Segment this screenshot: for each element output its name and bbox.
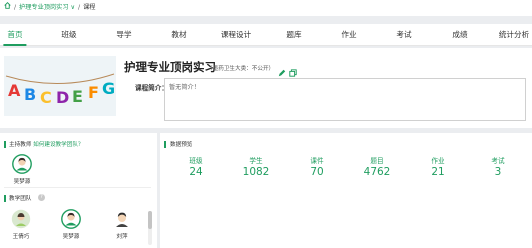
cover-letter: A (8, 81, 21, 100)
avatar[interactable] (112, 209, 132, 229)
teaching-team-label: 教学团队 (9, 196, 32, 202)
cover-letter: E (72, 87, 83, 106)
copy-icon[interactable] (289, 62, 297, 77)
team-member-name: 刘萍 (116, 234, 128, 240)
tab-guide[interactable]: 导学 (116, 24, 131, 46)
breadcrumb: / 护理专业顶岗实习 ∨ / 课程 (0, 0, 532, 16)
teacher-panel: 主持教师 如何建设教学团队？ 吴梦源 教学团队 ? 王倩巧 吴梦源 刘萍 (0, 133, 157, 248)
data-preview-panel: 数据预览 班级 24 学生 1082 课件 70 题目 4762 作业 21 考… (160, 133, 532, 248)
cover-letter: G (102, 79, 115, 98)
tab-course-design[interactable]: 课程设计 (221, 24, 251, 46)
tab-textbook[interactable]: 教材 (171, 24, 186, 46)
course-nav-tabs: 首页 班级 导学 教材 课程设计 题库 作业 考试 成绩 统计分析 (0, 24, 532, 46)
course-subtitle: （墨药卫生大类：不公开） (207, 66, 275, 72)
section-marker (164, 141, 166, 148)
cover-letter: D (56, 88, 69, 107)
section-divider (4, 187, 151, 188)
stat-value-questions[interactable]: 4762 (364, 166, 391, 178)
stat-label-students: 学生 (249, 157, 263, 165)
cover-letter: B (24, 85, 36, 104)
section-marker (4, 195, 6, 202)
stat-label-courseware: 课件 (310, 157, 324, 165)
data-preview-title: 数据预览 (170, 142, 193, 148)
avatar[interactable] (12, 154, 32, 174)
tab-question-bank[interactable]: 题库 (286, 24, 301, 46)
chevron-down-icon[interactable]: ∨ (71, 4, 76, 11)
team-member-name: 吴梦源 (62, 234, 80, 240)
course-title: 护理专业顶岗实习 (124, 60, 216, 74)
stat-value-exams[interactable]: 3 (495, 166, 502, 178)
stat-value-students[interactable]: 1082 (243, 166, 270, 178)
breadcrumb-current: 课程 (83, 4, 96, 11)
stat-value-courseware[interactable]: 70 (310, 166, 323, 178)
cover-letter: C (40, 88, 52, 107)
breadcrumb-separator: / (13, 4, 17, 11)
host-teacher-section: 主持教师 如何建设教学团队？ (9, 140, 84, 148)
cover-letter: F (88, 83, 99, 102)
tab-exam[interactable]: 考试 (396, 24, 411, 46)
host-teacher-label: 主持教师 (9, 142, 32, 148)
team-scrollbar-thumb[interactable] (148, 211, 152, 229)
course-cover-image: A B C D E F G (4, 56, 116, 116)
breadcrumb-separator: / (78, 4, 81, 11)
build-team-link[interactable]: 如何建设教学团队？ (33, 142, 83, 148)
home-icon[interactable] (4, 0, 11, 16)
avatar[interactable] (11, 209, 31, 229)
edit-icon[interactable] (278, 62, 286, 77)
tab-classes[interactable]: 班级 (61, 24, 76, 46)
stat-label-exams: 考试 (491, 157, 505, 165)
host-teacher-name: 吴梦源 (13, 179, 31, 185)
stat-label-homework: 作业 (431, 157, 445, 165)
tab-grades[interactable]: 成绩 (452, 24, 467, 46)
team-member-name: 王倩巧 (12, 234, 30, 240)
breadcrumb-course-link[interactable]: 护理专业顶岗实习 (19, 4, 69, 11)
tab-home[interactable]: 首页 (3, 24, 27, 46)
section-marker (4, 141, 6, 148)
stat-label-classes: 班级 (189, 157, 203, 165)
stat-value-homework[interactable]: 21 (431, 166, 444, 178)
tab-statistics[interactable]: 统计分析 (499, 24, 529, 46)
avatar[interactable] (61, 209, 81, 229)
course-info-panel: A B C D E F G 护理专业顶岗实习 （墨药卫生大类：不公开） 课程简介… (0, 48, 532, 128)
tab-homework[interactable]: 作业 (341, 24, 356, 46)
stat-label-questions: 题目 (370, 157, 384, 165)
help-icon[interactable]: ? (38, 194, 45, 201)
stat-value-classes[interactable]: 24 (189, 166, 202, 178)
course-intro-field[interactable]: 暂无简介！ (164, 78, 526, 121)
